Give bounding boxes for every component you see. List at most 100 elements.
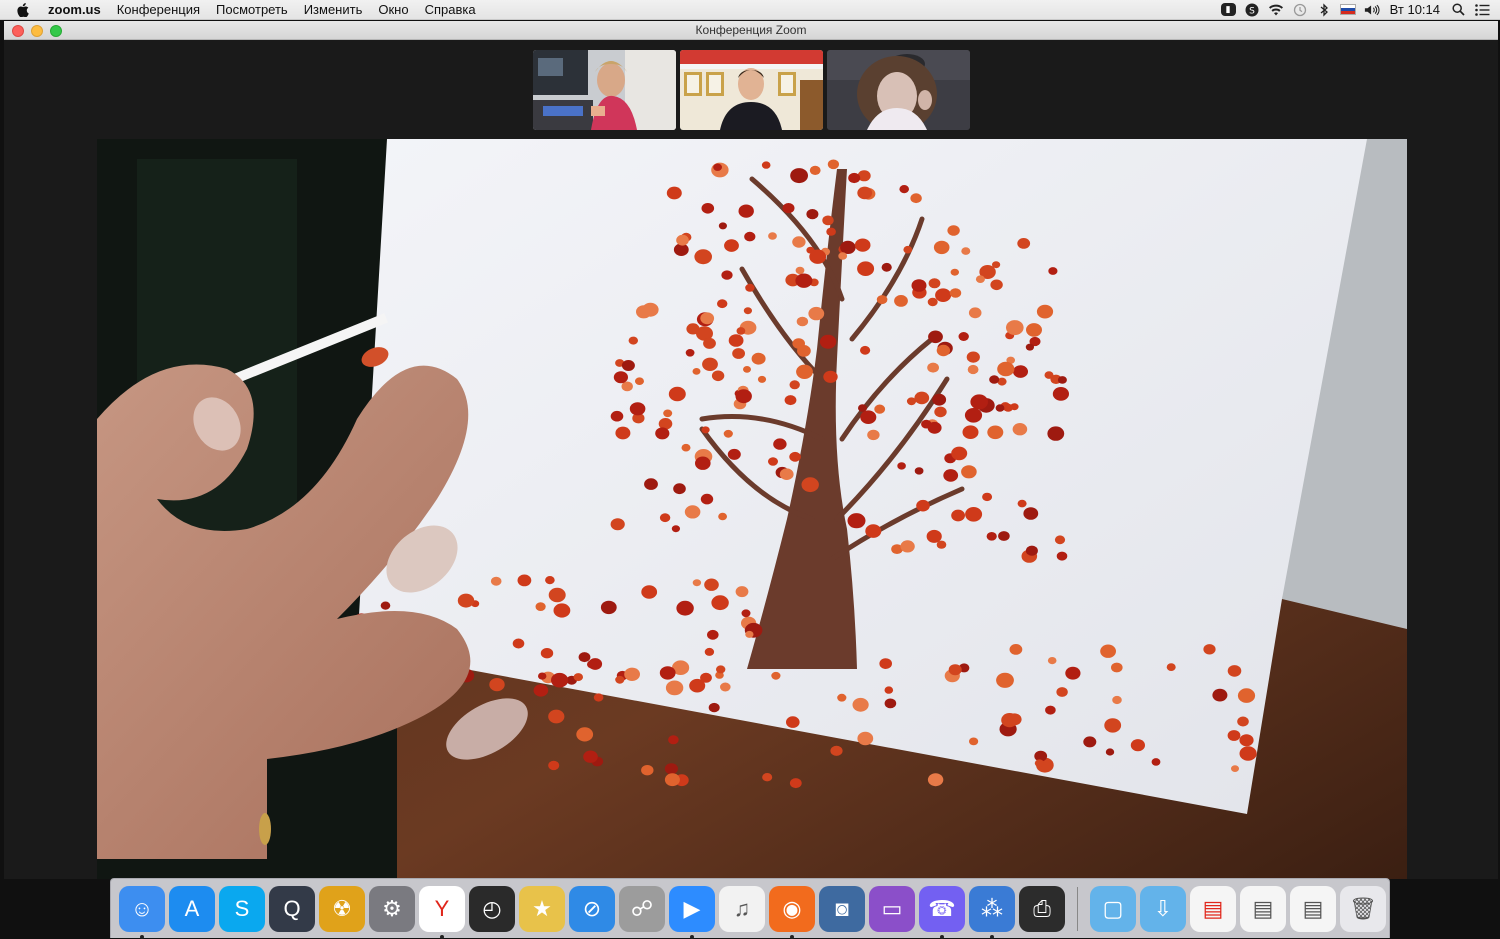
paint-dot	[1237, 688, 1256, 703]
paint-dot	[966, 351, 980, 363]
paint-dot	[621, 381, 633, 392]
document-yandex-icon[interactable]: ▤	[1190, 885, 1236, 932]
paint-dot	[704, 578, 719, 591]
safari-icon[interactable]: ⊘	[569, 885, 615, 932]
downloads-folder-icon[interactable]: ⇩	[1140, 885, 1186, 932]
document-firefox-icon[interactable]: ▤	[1290, 885, 1336, 932]
macos-dock: ☺ A S Q ☢ ⚙ Y ◴ ★ ⊘ ☍ ▶ ♫ ◉ ◙ ▭ ☎ ⁂ ⎙ ▢ ⇩ ▤ ▤ ▤ 🗑	[110, 878, 1390, 939]
paint-dot	[998, 531, 1010, 541]
paint-dot	[1025, 343, 1034, 351]
bluetooth-icon[interactable]	[1316, 2, 1332, 18]
paint-dot	[380, 601, 391, 610]
active-speaker-video[interactable]	[97, 139, 1407, 879]
system-preferences-icon[interactable]: ⚙	[369, 885, 415, 932]
paint-dot	[727, 448, 741, 460]
menu-clock[interactable]: Вт 10:14	[1388, 2, 1442, 17]
quicktime-icon[interactable]: Q	[269, 885, 315, 932]
zoom-status-icon[interactable]: ▮	[1220, 3, 1236, 16]
trash-icon[interactable]: 🗑	[1340, 885, 1386, 932]
paint-dot	[711, 595, 729, 611]
firefox-icon[interactable]: ◉	[769, 885, 815, 939]
paint-dot	[751, 352, 766, 365]
window-minimize-button[interactable]	[31, 25, 43, 37]
window-titlebar: Конференция Zoom	[4, 21, 1498, 40]
itunes-icon[interactable]: ♫	[719, 885, 765, 932]
participant-video-3[interactable]	[827, 50, 970, 130]
input-source-flag-icon[interactable]	[1339, 4, 1356, 15]
skype-status-icon[interactable]: S	[1244, 2, 1260, 18]
paint-dot	[689, 678, 706, 693]
paint-dot	[641, 585, 658, 599]
paint-dot	[876, 295, 888, 305]
menu-view[interactable]: Посмотреть	[208, 0, 296, 20]
window-close-button[interactable]	[12, 25, 24, 37]
paint-dot	[916, 499, 930, 512]
paint-dot	[989, 375, 1000, 384]
viber-icon[interactable]: ☎	[919, 885, 965, 939]
paint-dot	[1047, 657, 1057, 665]
wifi-icon[interactable]	[1268, 2, 1284, 18]
menu-window[interactable]: Окно	[370, 0, 416, 20]
paint-dot	[732, 348, 745, 359]
yandex-browser-icon[interactable]: Y	[419, 885, 465, 939]
paint-dot	[823, 370, 838, 383]
paint-dot	[773, 438, 787, 450]
paint-dot	[968, 307, 982, 319]
display-icon[interactable]: ▭	[869, 885, 915, 932]
paint-dot	[1054, 535, 1066, 545]
time-machine-icon[interactable]	[1292, 2, 1308, 18]
paint-dot	[600, 600, 617, 615]
paint-dot	[711, 370, 725, 382]
window-title: Конференция Zoom	[695, 23, 807, 37]
paint-dot	[911, 279, 927, 292]
paint-dot	[932, 393, 947, 406]
menu-edit[interactable]: Изменить	[296, 0, 371, 20]
paint-dot	[664, 773, 680, 787]
app-menu[interactable]: zoom.us	[46, 0, 109, 20]
paint-dot	[1010, 403, 1019, 411]
paint-dot	[1056, 551, 1068, 561]
menu-conference[interactable]: Конференция	[109, 0, 208, 20]
disk-utility-icon[interactable]: ◴	[469, 885, 515, 932]
app-store-icon[interactable]: A	[169, 885, 215, 932]
openoffice-icon[interactable]: ⁂	[969, 885, 1015, 939]
paint-dot	[676, 600, 694, 616]
paint-dot	[535, 602, 546, 611]
skype-icon[interactable]: S	[219, 885, 265, 932]
paint-dot	[1203, 644, 1216, 655]
paint-dot	[848, 172, 861, 184]
volume-icon[interactable]	[1364, 2, 1380, 18]
paint-dot	[736, 327, 746, 335]
apple-menu-icon[interactable]	[0, 2, 46, 17]
printer-icon[interactable]: ⎙	[1019, 885, 1065, 932]
paint-dot	[990, 279, 1003, 291]
paint-dot	[490, 576, 502, 586]
spotlight-search-icon[interactable]	[1450, 2, 1466, 18]
participant-video-1[interactable]	[533, 50, 676, 130]
paint-dot	[1009, 644, 1023, 655]
screenshot-camera-icon[interactable]: ◙	[819, 885, 865, 932]
paint-dot	[629, 402, 646, 416]
paint-dot	[964, 408, 983, 423]
imovie-icon[interactable]: ★	[519, 885, 565, 932]
dock-separator	[1077, 886, 1078, 931]
paint-dot	[615, 426, 631, 440]
finder-icon[interactable]: ☺	[119, 885, 165, 939]
participant-video-2[interactable]	[680, 50, 823, 130]
documents-folder-icon[interactable]: ▢	[1090, 885, 1136, 932]
disk-utility-stethoscope-icon[interactable]: ☍	[619, 885, 665, 932]
notification-center-icon[interactable]	[1474, 2, 1490, 18]
zoom-icon[interactable]: ▶	[669, 885, 715, 939]
paint-dot	[837, 693, 847, 702]
paint-dot	[741, 609, 751, 618]
paint-dot	[992, 261, 1001, 269]
window-fullscreen-button[interactable]	[50, 25, 62, 37]
paint-dot	[987, 425, 1004, 440]
paint-dot	[1052, 387, 1069, 401]
burn-icon[interactable]: ☢	[319, 885, 365, 932]
paint-dot	[826, 227, 836, 236]
paint-dot	[1227, 665, 1242, 677]
paint-dot	[914, 391, 930, 405]
menu-help[interactable]: Справка	[417, 0, 484, 20]
document-openoffice-icon[interactable]: ▤	[1240, 885, 1286, 932]
